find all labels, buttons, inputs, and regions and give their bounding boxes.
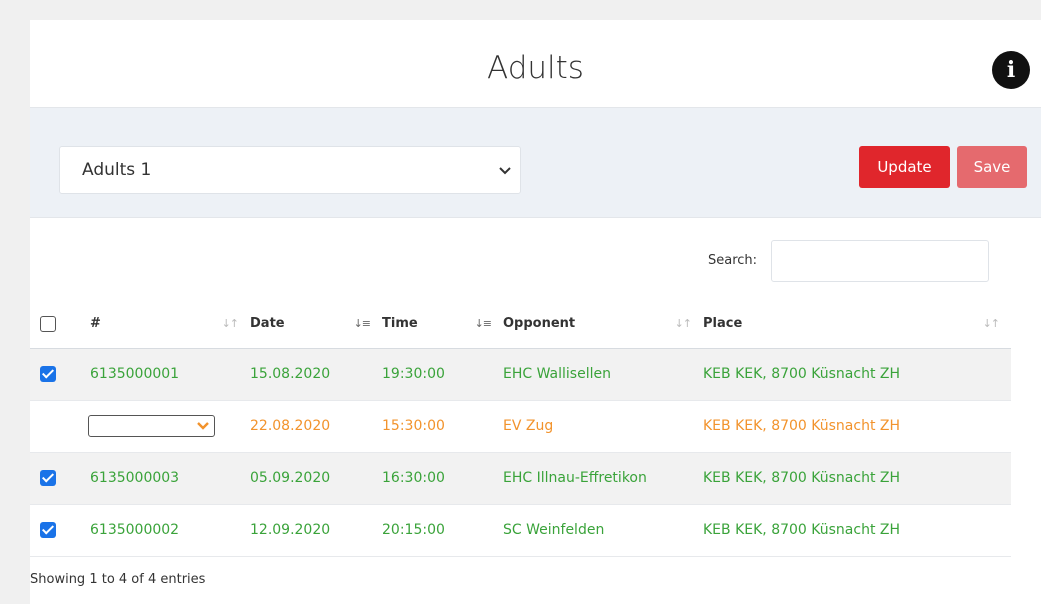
column-header-date[interactable]: Date ↓≡ — [250, 300, 382, 348]
table-header-row: # ↓↑ Date ↓≡ Time ↓≡ Opponent ↓↑ Place ↓… — [30, 300, 1011, 348]
number-select[interactable] — [88, 415, 215, 437]
cell-place: KEB KEK, 8700 Küsnacht ZH — [703, 366, 900, 382]
sort-icon: ↓↑ — [674, 317, 692, 330]
column-header-time[interactable]: Time ↓≡ — [382, 300, 503, 348]
cell-time: 16:30:00 — [382, 470, 445, 486]
select-all-checkbox[interactable] — [40, 315, 56, 332]
column-header-opponent[interactable]: Opponent ↓↑ — [503, 300, 703, 348]
cell-time: 19:30:00 — [382, 366, 445, 382]
games-table: # ↓↑ Date ↓≡ Time ↓≡ Opponent ↓↑ Place ↓… — [30, 300, 1011, 557]
cell-opponent: EHC Wallisellen — [503, 366, 611, 382]
chevron-down-icon — [499, 167, 511, 175]
column-header-label: Date — [250, 316, 285, 332]
column-header-label: Opponent — [503, 316, 576, 332]
row-checkbox[interactable] — [40, 522, 56, 538]
cell-number: 6135000002 — [90, 522, 180, 538]
cell-time: 15:30:00 — [382, 418, 445, 434]
team-select-value: Adults 1 — [82, 160, 152, 180]
page-title: Adults — [487, 50, 584, 86]
sort-icon: ↓↑ — [982, 317, 1000, 330]
team-select[interactable]: Adults 1 — [59, 146, 521, 194]
search-input[interactable] — [771, 240, 989, 282]
column-header-label: Time — [382, 316, 418, 332]
cell-opponent: EHC Illnau-Effretikon — [503, 470, 647, 486]
cell-time: 20:15:00 — [382, 522, 445, 538]
select-all-header — [30, 300, 90, 348]
row-checkbox[interactable] — [40, 470, 56, 486]
cell-place: KEB KEK, 8700 Küsnacht ZH — [703, 522, 900, 538]
info-icon[interactable]: i — [992, 51, 1030, 89]
search-label: Search: — [708, 253, 758, 268]
cell-date: 22.08.2020 — [250, 418, 331, 434]
column-header-label: Place — [703, 316, 743, 332]
cell-number — [88, 400, 250, 452]
cell-number: 6135000003 — [90, 470, 180, 486]
cell-place: KEB KEK, 8700 Küsnacht ZH — [703, 418, 900, 434]
column-header-place[interactable]: Place ↓↑ — [703, 300, 1011, 348]
save-button[interactable]: Save — [957, 146, 1027, 188]
cell-date: 12.09.2020 — [250, 522, 331, 538]
table-row[interactable]: 6135000002 12.09.2020 20:15:00 SC Weinfe… — [30, 504, 1011, 556]
cell-date: 15.08.2020 — [250, 366, 331, 382]
cell-opponent: SC Weinfelden — [503, 522, 605, 538]
sort-asc-icon: ↓≡ — [474, 317, 492, 330]
cell-opponent: EV Zug — [503, 418, 554, 434]
cell-place: KEB KEK, 8700 Küsnacht ZH — [703, 470, 900, 486]
column-header-label: # — [90, 316, 101, 332]
cell-date: 05.09.2020 — [250, 470, 331, 486]
page-header: Adults i — [30, 20, 1041, 108]
sort-icon: ↓↑ — [221, 317, 239, 330]
update-button[interactable]: Update — [859, 146, 950, 188]
column-header-number[interactable]: # ↓↑ — [90, 300, 250, 348]
table-info: Showing 1 to 4 of 4 entries — [30, 572, 206, 587]
cell-number: 6135000001 — [90, 366, 180, 382]
table-row[interactable]: 6135000003 05.09.2020 16:30:00 EHC Illna… — [30, 452, 1011, 504]
row-checkbox[interactable] — [40, 366, 56, 382]
chevron-down-icon — [197, 422, 209, 430]
toolbar: Adults 1 Update Save — [30, 108, 1041, 218]
sort-asc-icon: ↓≡ — [353, 317, 371, 330]
table-row[interactable]: 6135000001 15.08.2020 19:30:00 EHC Walli… — [30, 348, 1011, 400]
table-row[interactable]: 22.08.2020 15:30:00 EV Zug KEB KEK, 8700… — [30, 400, 1011, 452]
